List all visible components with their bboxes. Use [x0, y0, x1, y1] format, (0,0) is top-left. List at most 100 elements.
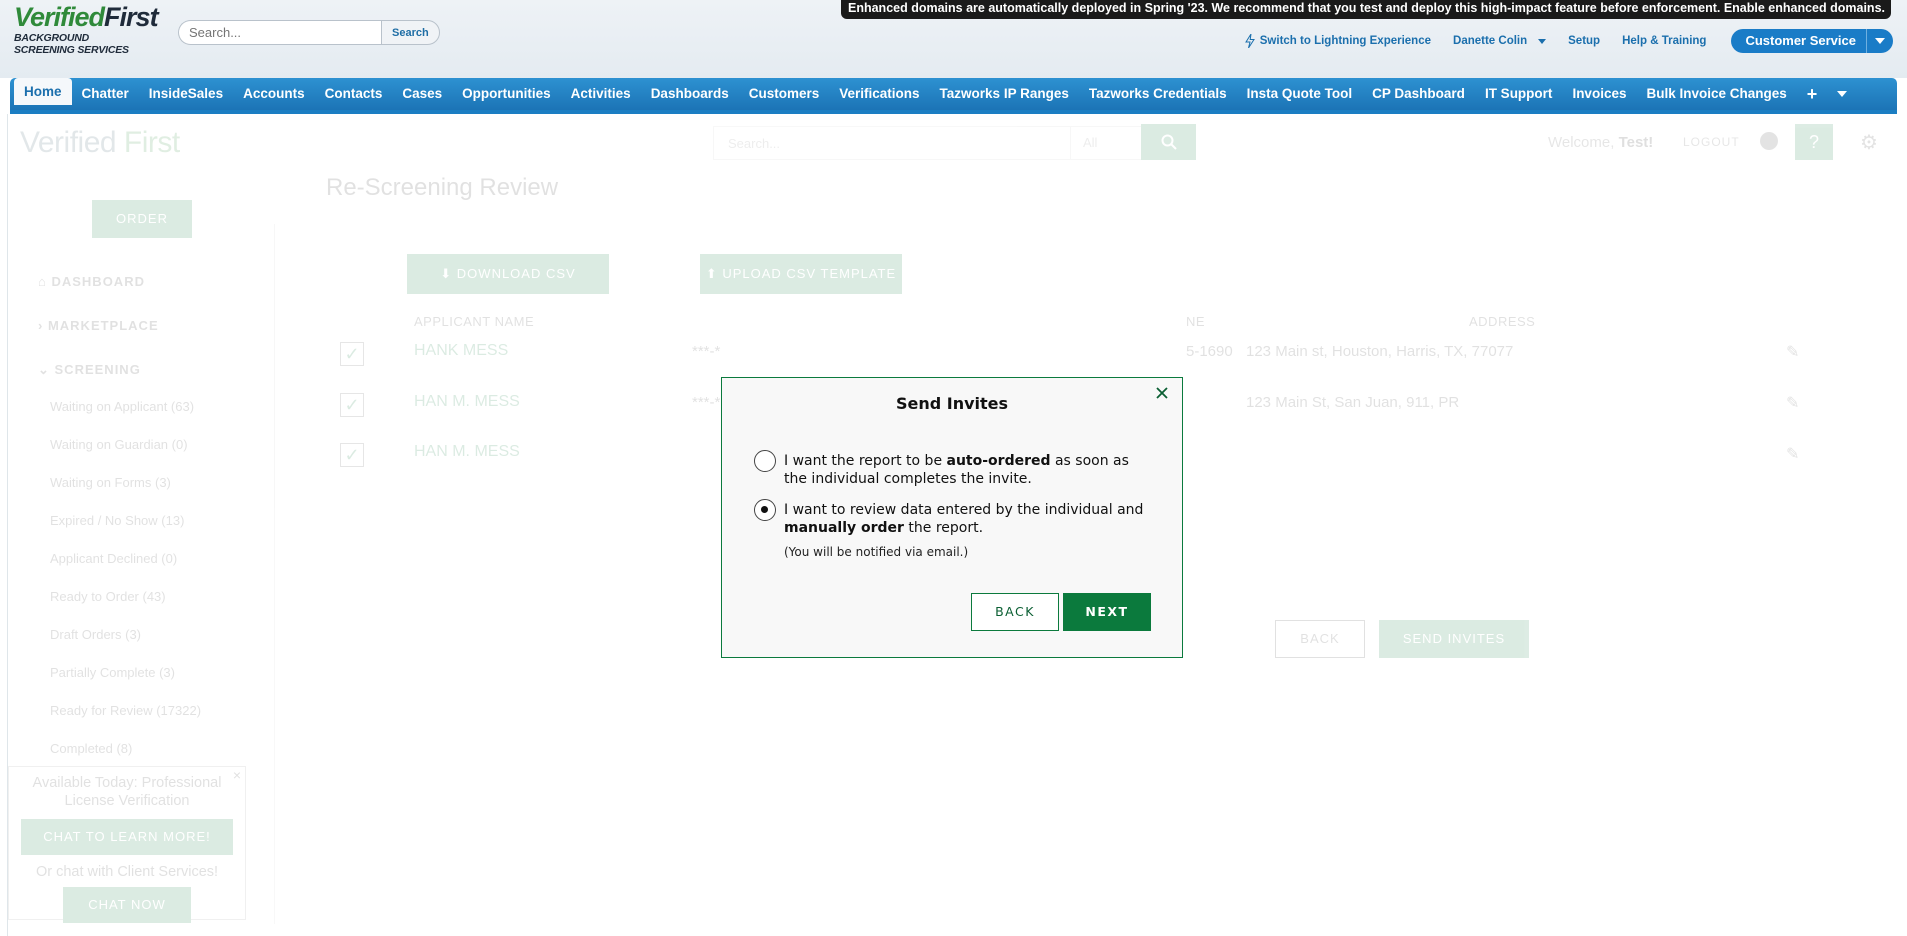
tab-opportunities[interactable]: Opportunities	[452, 78, 561, 110]
order-button[interactable]: ORDER	[92, 200, 192, 238]
download-csv-button[interactable]: ⬇ DOWNLOAD CSV TEMPLATE	[407, 254, 609, 321]
logo-brand-first: First	[104, 2, 159, 32]
table-row-name[interactable]: HAN M. MESS	[414, 443, 520, 461]
app-search-input[interactable]: Search...	[714, 136, 1070, 151]
page-back-button[interactable]: BACK	[1275, 620, 1365, 658]
clock-icon[interactable]	[1760, 132, 1778, 150]
add-tab-button[interactable]: +	[1797, 78, 1828, 110]
opt2-bold: manually order	[784, 520, 904, 536]
edit-pencil-icon[interactable]: ✎	[1786, 444, 1802, 463]
gear-icon[interactable]: ⚙	[1860, 130, 1878, 155]
switch-lightning-label: Switch to Lightning Experience	[1259, 35, 1432, 47]
opt2-post: the report.	[903, 520, 984, 536]
help-button[interactable]: ?	[1795, 124, 1833, 160]
tab-activities[interactable]: Activities	[561, 78, 641, 110]
nav-dashboard[interactable]: ⌂ DASHBOARD	[22, 264, 252, 300]
search-button[interactable]: Search	[381, 20, 440, 45]
table-row-name[interactable]: HANK MESS	[414, 342, 508, 360]
switch-lightning-link[interactable]: Switch to Lightning Experience	[1244, 34, 1432, 48]
lightning-bolt-icon	[1244, 34, 1255, 48]
nav-expired-no-show[interactable]: Expired / No Show (13)	[22, 502, 252, 540]
modal-next-button[interactable]: NEXT	[1063, 593, 1151, 631]
app-sidebar: ⌂ DASHBOARD › MARKETPLACE ⌄ SCREENING Wa…	[22, 264, 252, 768]
nav-applicant-declined[interactable]: Applicant Declined (0)	[22, 540, 252, 578]
tab-insta-quote-tool[interactable]: Insta Quote Tool	[1237, 78, 1363, 110]
nav-screening[interactable]: ⌄ SCREENING	[22, 352, 252, 388]
table-row-phone: 5-1690	[1186, 343, 1233, 360]
send-invites-button[interactable]: SEND INVITES	[1379, 620, 1529, 658]
radio-manual-order[interactable]	[754, 499, 776, 521]
tab-insidesales[interactable]: InsideSales	[139, 78, 233, 110]
app-search-button[interactable]	[1141, 124, 1196, 160]
nav-ready-for-review[interactable]: Ready for Review (17322)	[22, 692, 252, 730]
option-auto-order[interactable]: I want the report to be auto-ordered as …	[754, 450, 1154, 488]
tab-contacts[interactable]: Contacts	[315, 78, 393, 110]
option-manual-order-text: I want to review data entered by the ind…	[784, 501, 1154, 537]
app-search: Search... All	[713, 126, 1151, 160]
user-menu[interactable]: Danette Colin	[1453, 35, 1547, 47]
chat-learn-more-button[interactable]: CHAT TO LEARN MORE!	[21, 819, 233, 855]
upload-csv-button[interactable]: ⬆ UPLOAD CSV TEMPLATE	[700, 254, 902, 294]
tab-cases[interactable]: Cases	[392, 78, 452, 110]
modal-back-button[interactable]: BACK	[971, 593, 1059, 631]
tab-bulk-invoice-changes[interactable]: Bulk Invoice Changes	[1636, 78, 1796, 110]
enhanced-domains-banner[interactable]: Enhanced domains are automatically deplo…	[841, 0, 1891, 19]
close-icon[interactable]	[1154, 385, 1172, 403]
option-manual-order[interactable]: I want to review data entered by the ind…	[754, 499, 1154, 537]
col-applicant-name: APPLICANT NAME	[414, 314, 535, 329]
nav-waiting-on-applicant[interactable]: Waiting on Applicant (63)	[22, 388, 252, 426]
row-checkbox[interactable]: ✓	[340, 443, 364, 467]
chevron-down-icon	[1867, 38, 1893, 44]
tab-verifications[interactable]: Verifications	[829, 78, 929, 110]
send-invites-modal: Send Invites I want the report to be aut…	[721, 377, 1183, 658]
help-training-link[interactable]: Help & Training	[1622, 35, 1706, 47]
radio-auto-order[interactable]	[754, 450, 776, 472]
nav-partially-complete[interactable]: Partially Complete (3)	[22, 654, 252, 692]
chat-now-button[interactable]: CHAT NOW	[63, 887, 191, 923]
table-row-address: 123 Main st, Houston, Harris, TX, 77077	[1246, 343, 1514, 360]
tab-tazworks-credentials[interactable]: Tazworks Credentials	[1079, 78, 1237, 110]
row-checkbox[interactable]: ✓	[340, 342, 364, 366]
upload-icon: ⬆	[705, 266, 723, 281]
nav-waiting-on-guardian[interactable]: Waiting on Guardian (0)	[22, 426, 252, 464]
edit-pencil-icon[interactable]: ✎	[1786, 393, 1802, 412]
tab-dashboards[interactable]: Dashboards	[641, 78, 739, 110]
tab-tazworks-ip-ranges[interactable]: Tazworks IP Ranges	[930, 78, 1079, 110]
app-logo: Verified First	[20, 126, 180, 160]
chevron-down-icon: ⌄	[38, 362, 55, 377]
nav-draft-orders[interactable]: Draft Orders (3)	[22, 616, 252, 654]
nav-completed[interactable]: Completed (8)	[22, 730, 252, 768]
logo-tagline-1: BACKGROUND	[14, 32, 89, 44]
tab-accounts[interactable]: Accounts	[233, 78, 315, 110]
download-csv-label: DOWNLOAD CSV TEMPLATE	[456, 266, 576, 321]
nav-ready-to-order[interactable]: Ready to Order (43)	[22, 578, 252, 616]
tab-invoices[interactable]: Invoices	[1562, 78, 1636, 110]
app-search-scope[interactable]: All	[1070, 127, 1150, 159]
search-input[interactable]	[178, 20, 381, 45]
edit-pencil-icon[interactable]: ✎	[1786, 342, 1802, 361]
nav-waiting-on-forms[interactable]: Waiting on Forms (3)	[22, 464, 252, 502]
sidebar-divider	[274, 224, 275, 924]
tab-cp-dashboard[interactable]: CP Dashboard	[1362, 78, 1475, 110]
chevron-down-icon	[1538, 38, 1547, 44]
table-row-ssn: ***-*	[692, 394, 721, 411]
tab-home[interactable]: Home	[14, 78, 72, 105]
download-icon: ⬇	[440, 266, 457, 281]
welcome-text: Welcome, Test!	[1548, 134, 1653, 151]
more-tabs-dropdown[interactable]	[1827, 78, 1857, 110]
setup-link[interactable]: Setup	[1568, 35, 1600, 47]
salesforce-header: VerifiedFirst BACKGROUND SCREENING SERVI…	[0, 0, 1907, 78]
logo-tagline-2: SCREENING SERVICES	[14, 44, 129, 56]
tab-customers[interactable]: Customers	[739, 78, 830, 110]
close-icon[interactable]: ×	[233, 767, 241, 783]
company-logo[interactable]: VerifiedFirst BACKGROUND SCREENING SERVI…	[14, 2, 164, 56]
app-switcher[interactable]: Customer Service	[1731, 29, 1893, 53]
row-checkbox[interactable]: ✓	[340, 393, 364, 417]
logout-link[interactable]: LOGOUT	[1683, 135, 1740, 149]
tab-chatter[interactable]: Chatter	[72, 78, 139, 110]
tab-it-support[interactable]: IT Support	[1475, 78, 1563, 110]
table-row-name[interactable]: HAN M. MESS	[414, 393, 520, 411]
opt2-pre: I want to review data entered by the ind…	[784, 502, 1144, 518]
app-switcher-label: Customer Service	[1731, 29, 1867, 53]
nav-marketplace[interactable]: › MARKETPLACE	[22, 308, 252, 344]
